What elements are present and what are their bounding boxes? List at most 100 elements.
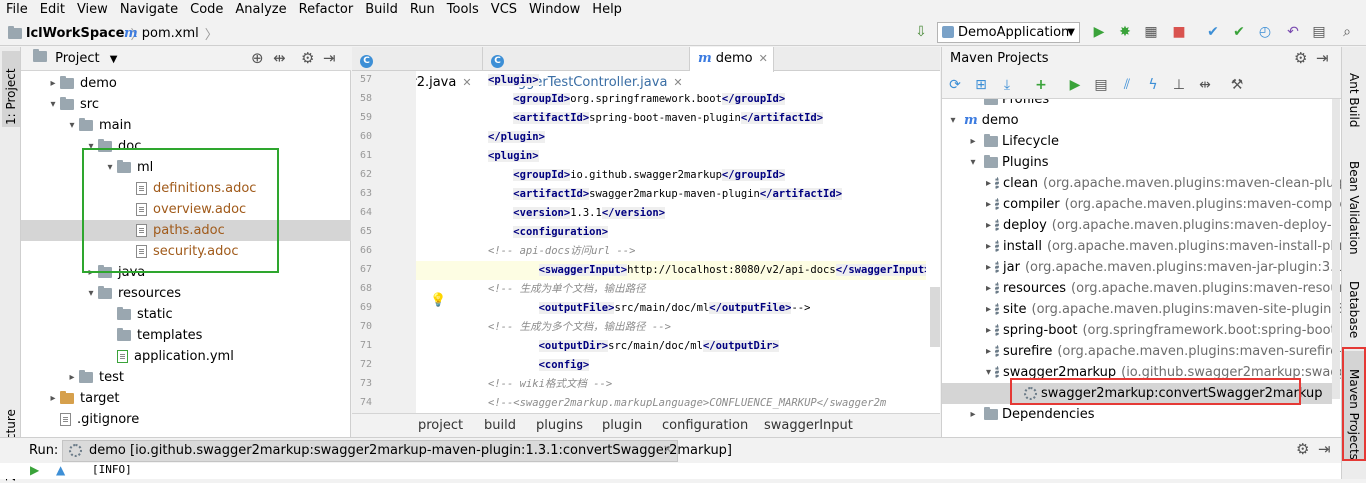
menu-tools[interactable]: Tools [441,0,485,20]
tree-item[interactable]: .gitignore [21,409,351,430]
tab-swagger-test-controller[interactable]: CSwaggerTestController.java ✕ [483,47,690,90]
maven-tree-item[interactable]: ▸ surefire (org.apache.maven.plugins:maven… [942,341,1342,362]
debug-icon[interactable]: ✸ [1116,23,1134,41]
reimport-icon[interactable]: ⟳ [946,76,964,94]
xml-breadcrumb-item[interactable]: project [418,414,463,437]
tree-item[interactable]: templates [21,325,351,346]
gear-icon[interactable]: ⚙ [1296,440,1309,458]
tree-item[interactable]: application.yml [21,346,351,367]
dependencies-icon[interactable]: ⊥ [1170,76,1188,94]
up-icon[interactable]: ▲ [56,463,65,477]
xml-breadcrumb-item[interactable]: plugins [536,414,583,437]
run-tab-demo[interactable]: demo [io.github.swagger2markup:swagger2m… [62,440,732,462]
coverage-icon[interactable]: ▦ [1142,23,1160,41]
maven-tree-item[interactable]: ▸ resources (org.apache.maven.plugins:mave… [942,278,1342,299]
gear-icon[interactable]: ⚙ [1294,49,1307,67]
download-icon[interactable]: ⤓ [998,76,1016,94]
editor-scrollbar[interactable] [930,287,940,347]
chevron-down-icon[interactable]: ▾ [46,94,60,115]
menu-navigate[interactable]: Navigate [114,0,184,20]
tab-demo[interactable]: m demo ✕ [690,47,774,72]
generate-sources-icon[interactable]: ⊞ [972,76,990,94]
project-structure-icon[interactable]: ▤ [1310,23,1328,41]
run-icon[interactable]: ▶ [1090,23,1108,41]
chevron-right-icon[interactable]: ▸ [986,341,991,362]
menu-view[interactable]: View [71,0,114,20]
menu-build[interactable]: Build [359,0,404,20]
chevron-right-icon[interactable]: ▸ [986,320,991,341]
xml-breadcrumb-item[interactable]: configuration [662,414,748,437]
xml-breadcrumb-item[interactable]: swaggerInput [764,414,853,437]
chevron-right-icon[interactable]: ▸ [46,388,60,409]
breadcrumb-file[interactable]: m pom.xml 〉 [124,24,218,43]
tree-item[interactable]: ▸ demo [21,73,351,94]
toggle-offline-icon[interactable]: ⫽ [1118,76,1136,94]
locate-icon[interactable]: ⊕ [251,49,264,67]
search-icon[interactable]: ⌕ [1338,23,1356,41]
menu-code[interactable]: Code [184,0,229,20]
chevron-down-icon[interactable]: ▾ [65,115,79,136]
maven-tree-item[interactable]: ▸ Lifecycle [942,131,1332,152]
tree-item[interactable]: ▾ resources [21,283,351,304]
revert-icon[interactable]: ↶ [1284,23,1302,41]
menu-window[interactable]: Window [523,0,586,20]
chevron-right-icon[interactable]: ▸ [46,73,60,94]
maven-tree-item[interactable]: ▸ site (org.apache.maven.plugins:maven-sit… [942,299,1342,320]
maven-tree-item[interactable]: ▾ Plugins [942,152,1332,173]
maven-tree-item[interactable]: ▸ install (org.apache.maven.plugins:maven-… [942,236,1342,257]
chevron-right-icon[interactable]: ▸ [986,236,991,257]
gear-icon[interactable]: ⚙ [301,49,314,67]
collapse-icon[interactable]: ⇹ [1196,76,1214,94]
run-icon[interactable]: ▶ [1066,76,1084,94]
stop-icon[interactable]: ■ [1170,23,1188,41]
rerun-icon[interactable]: ▶ [30,463,39,477]
chevron-right-icon[interactable]: ▸ [986,299,991,320]
xml-breadcrumb-item[interactable]: plugin [602,414,642,437]
lightbulb-icon[interactable]: 💡 [430,293,446,308]
tree-item[interactable]: ▸ test [21,367,351,388]
hide-icon[interactable]: ⇥ [1316,49,1329,67]
close-icon[interactable]: ✕ [663,443,672,456]
vcs-commit-icon[interactable]: ✔ [1230,23,1248,41]
code-area[interactable]: <plugin> <groupId>org.springframework.bo… [416,71,926,413]
add-icon[interactable]: + [1032,76,1050,94]
run-config-icon[interactable]: ▤ [1092,76,1110,94]
database-tool-button[interactable]: Database [1343,265,1365,347]
chevron-right-icon[interactable]: ▸ [966,404,980,425]
maven-tree-item[interactable]: ▸ Dependencies [942,404,1332,425]
chevron-right-icon[interactable]: ▸ [966,131,980,152]
maven-tree-item[interactable]: ▸ jar (org.apache.maven.plugins:maven-jar-… [942,257,1342,278]
maven-tree-item[interactable]: ▸ spring-boot (org.springframework.boot:sp… [942,320,1342,341]
tree-item[interactable]: ▾ main [21,115,351,136]
ant-build-tool-button[interactable]: Ant Build [1343,49,1365,129]
chevron-down-icon[interactable]: ▾ [946,110,960,131]
maven-tree-item[interactable]: ▾ m demo [942,110,1332,131]
menu-vcs[interactable]: VCS [485,0,523,20]
hide-icon[interactable]: ⇥ [323,49,336,67]
tree-item[interactable]: ▾ src [21,94,351,115]
project-view-select[interactable]: Project ▼ [33,49,117,66]
chevron-right-icon[interactable]: ▸ [65,367,79,388]
close-icon[interactable]: ✕ [759,52,768,65]
collapse-icon[interactable]: ⇹ [273,49,286,67]
chevron-down-icon[interactable]: ▾ [84,283,98,304]
tree-item[interactable]: ▸ target [21,388,351,409]
maven-tree-item[interactable]: ▸ clean (org.apache.maven.plugins:maven-cl… [942,173,1342,194]
menu-edit[interactable]: Edit [34,0,71,20]
maven-tree-item[interactable]: ▸ compiler (org.apache.maven.plugins:maven… [942,194,1342,215]
vcs-update-icon[interactable]: ✔ [1204,23,1222,41]
tab-swagger2-java[interactable]: CSwagger2.java✕ [352,47,483,90]
hide-icon[interactable]: ⇥ [1318,440,1331,458]
tree-item[interactable]: static [21,304,351,325]
menu-refactor[interactable]: Refactor [293,0,360,20]
chevron-right-icon[interactable]: ▸ [986,173,991,194]
xml-breadcrumb-item[interactable]: build [484,414,516,437]
chevron-down-icon[interactable]: ▾ [966,152,980,173]
maven-tree-item[interactable]: ▸ deploy (org.apache.maven.plugins:maven-d… [942,215,1342,236]
chevron-right-icon[interactable]: ▸ [986,257,991,278]
menu-run[interactable]: Run [404,0,441,20]
chevron-right-icon[interactable]: ▸ [986,215,991,236]
settings-icon[interactable]: ⚒ [1228,76,1246,94]
project-tool-button[interactable]: 1: Project [2,51,20,127]
maven-scrollbar[interactable] [1332,99,1340,399]
